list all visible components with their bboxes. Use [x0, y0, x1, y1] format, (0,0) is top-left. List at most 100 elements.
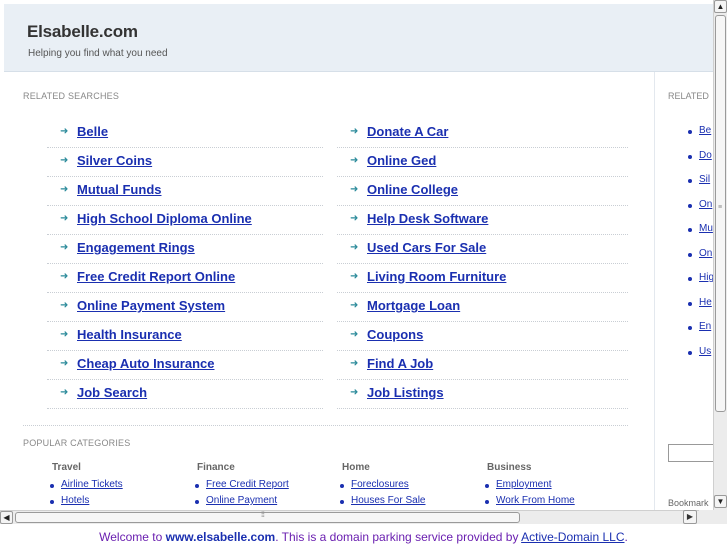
- arrow-right-icon: ➜: [60, 358, 69, 369]
- bullet-icon: [340, 484, 344, 488]
- scroll-left-button[interactable]: ◀: [0, 511, 13, 524]
- arrow-right-icon: ➜: [60, 155, 69, 166]
- footer-prefix: Welcome to: [99, 530, 166, 544]
- related-link[interactable]: Donate A Car: [367, 124, 448, 139]
- scrollbar-corner: [699, 510, 727, 524]
- arrow-right-icon: ➜: [60, 213, 69, 224]
- provider-link[interactable]: Active-Domain LLC: [521, 530, 624, 544]
- category-business: Business Employment Work From Home: [485, 462, 625, 510]
- arrow-right-icon: ➜: [350, 358, 359, 369]
- sidebar-link[interactable]: En: [699, 321, 711, 332]
- vertical-scrollbar[interactable]: ▲ ≡ ▼: [713, 0, 727, 510]
- related-link[interactable]: Job Search: [77, 385, 147, 400]
- category-title: Home: [342, 462, 370, 473]
- related-item: ➜ Find A Job: [337, 351, 628, 380]
- sidebar-link[interactable]: On: [699, 199, 712, 210]
- related-link[interactable]: Living Room Furniture: [367, 269, 506, 284]
- sidebar-link[interactable]: Sil: [699, 174, 710, 185]
- related-item: ➜ Job Listings: [337, 380, 628, 409]
- category-item: Houses For Sale: [340, 494, 480, 510]
- related-link[interactable]: Job Listings: [367, 385, 444, 400]
- related-item: ➜ Belle: [47, 119, 323, 148]
- sidebar-link[interactable]: Do: [699, 150, 712, 161]
- bullet-icon: [195, 484, 199, 488]
- horizontal-scroll-thumb[interactable]: ⁞⁞⁞: [15, 512, 520, 523]
- arrow-right-icon: ➜: [350, 126, 359, 137]
- related-list-right: ➜ Donate A Car ➜ Online Ged ➜ Online Colleg…: [337, 119, 628, 409]
- vertical-scroll-thumb[interactable]: ≡: [715, 15, 726, 412]
- sidebar-link[interactable]: On: [699, 248, 712, 259]
- related-link[interactable]: Cheap Auto Insurance: [77, 356, 214, 371]
- arrow-right-icon: ➜: [60, 271, 69, 282]
- category-title: Finance: [197, 462, 235, 473]
- related-item: ➜ Engagement Rings: [47, 235, 323, 264]
- scroll-up-button[interactable]: ▲: [714, 0, 727, 13]
- category-link[interactable]: Employment: [496, 479, 552, 490]
- sidebar-link[interactable]: Mu: [699, 223, 713, 234]
- related-item: ➜ Online Payment System: [47, 293, 323, 322]
- category-item: Hotels: [50, 494, 190, 510]
- bookmark-link[interactable]: Bookmark: [668, 498, 709, 508]
- related-item: ➜ Job Search: [47, 380, 323, 409]
- bullet-icon: [688, 228, 692, 232]
- related-link[interactable]: Online Ged: [367, 153, 436, 168]
- arrow-right-icon: ➜: [350, 242, 359, 253]
- related-link[interactable]: Help Desk Software: [367, 211, 488, 226]
- category-item: Free Credit Report: [195, 478, 335, 494]
- category-item: Foreclosures: [340, 478, 480, 494]
- bullet-icon: [195, 500, 199, 504]
- related-link[interactable]: Coupons: [367, 327, 423, 342]
- section-divider: [23, 425, 628, 426]
- related-item: ➜ Online College: [337, 177, 628, 206]
- category-item: Airline Tickets: [50, 478, 190, 494]
- related-item: ➜ Silver Coins: [47, 148, 323, 177]
- bullet-icon: [688, 130, 692, 134]
- sidebar-link[interactable]: He: [699, 297, 712, 308]
- bullet-icon: [688, 350, 692, 355]
- sidebar-link[interactable]: Hig: [699, 272, 713, 283]
- scroll-down-button[interactable]: ▼: [714, 495, 727, 508]
- related-link[interactable]: Find A Job: [367, 356, 433, 371]
- arrow-right-icon: ➜: [60, 387, 69, 398]
- sidebar-link[interactable]: Be: [699, 125, 711, 136]
- related-link[interactable]: Used Cars For Sale: [367, 240, 486, 255]
- category-link[interactable]: Hotels: [61, 495, 89, 506]
- related-link[interactable]: Online College: [367, 182, 458, 197]
- arrow-right-icon: ➜: [350, 329, 359, 340]
- category-link[interactable]: Online Payment: [206, 495, 277, 506]
- grip-icon: ⁞⁞⁞: [261, 512, 265, 519]
- category-link[interactable]: Free Credit Report: [206, 479, 289, 490]
- category-link[interactable]: Work From Home: [496, 495, 575, 506]
- related-link[interactable]: Online Payment System: [77, 298, 225, 313]
- category-link[interactable]: Houses For Sale: [351, 495, 425, 506]
- sidebar: RELATED Be Do Sil On Mu On Hig He En Us …: [656, 72, 713, 510]
- bullet-icon: [688, 326, 692, 330]
- category-link[interactable]: Foreclosures: [351, 479, 409, 490]
- arrow-right-icon: ➜: [350, 213, 359, 224]
- category-link[interactable]: Airline Tickets: [61, 479, 123, 490]
- sidebar-related-label: RELATED: [668, 91, 709, 101]
- related-link[interactable]: Mortgage Loan: [367, 298, 460, 313]
- related-link[interactable]: Engagement Rings: [77, 240, 195, 255]
- arrow-right-icon: ➜: [350, 184, 359, 195]
- horizontal-scrollbar[interactable]: ◀ ⁞⁞⁞: [0, 510, 699, 524]
- footer-site-name: www.elsabelle.com: [165, 530, 276, 544]
- footer-middle: . This is a domain parking service provi…: [275, 530, 522, 544]
- related-link[interactable]: High School Diploma Online: [77, 211, 252, 226]
- related-item: ➜ Mutual Funds: [47, 177, 323, 206]
- sidebar-search-input[interactable]: [668, 444, 713, 462]
- scroll-right-button[interactable]: ▶: [683, 510, 697, 524]
- sidebar-link[interactable]: Us: [699, 346, 711, 357]
- main-content: RELATED SEARCHES ➜ Belle ➜ Silver Coins ➜ M…: [4, 72, 655, 510]
- related-link[interactable]: Silver Coins: [77, 153, 152, 168]
- bullet-icon: [688, 252, 692, 257]
- site-title: Elsabelle.com: [27, 22, 138, 41]
- bullet-icon: [688, 179, 692, 183]
- related-link[interactable]: Free Credit Report Online: [77, 269, 235, 284]
- related-link[interactable]: Health Insurance: [77, 327, 182, 342]
- related-link[interactable]: Mutual Funds: [77, 182, 162, 197]
- arrow-right-icon: ➜: [60, 300, 69, 311]
- category-finance: Finance Free Credit Report Online Paymen…: [195, 462, 335, 510]
- related-item: ➜ Mortgage Loan: [337, 293, 628, 322]
- related-link[interactable]: Belle: [77, 124, 108, 139]
